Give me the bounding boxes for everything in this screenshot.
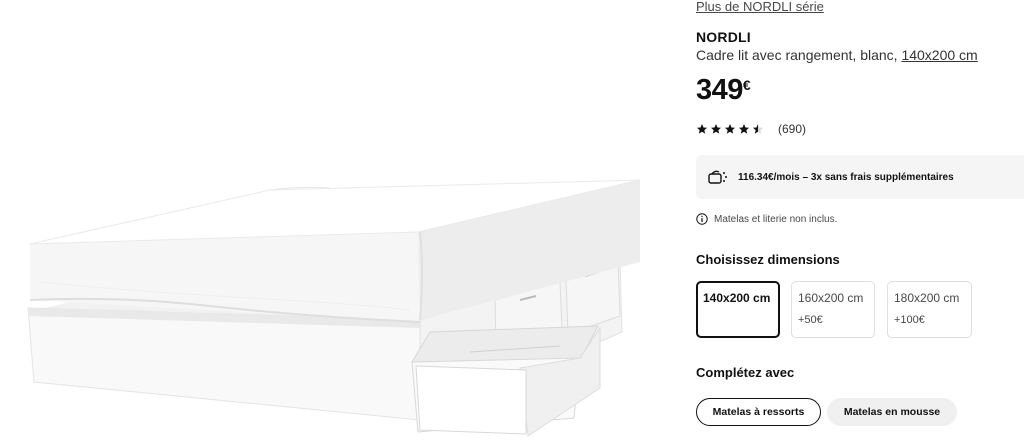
star-icon (739, 124, 749, 134)
notice-text: Matelas et literie non inclus. (714, 213, 838, 225)
price-currency: € (742, 77, 751, 93)
star-icon (697, 124, 707, 134)
series-link[interactable]: Plus de NORDLI série (696, 0, 824, 14)
price: 349€ (696, 74, 751, 107)
size-option-price-diff: +100€ (894, 314, 925, 326)
review-count: (690) (778, 122, 807, 136)
size-option-180x200[interactable]: 180x200 cm +100€ (887, 281, 972, 338)
dimensions-title: Choisissez dimensions (696, 252, 840, 267)
size-option-label: 160x200 cm (798, 291, 864, 305)
info-icon (696, 213, 708, 225)
installment-text: 116.34€/mois – 3x sans frais supplémenta… (738, 171, 954, 183)
product-description: Cadre lit avec rangement, blanc, 140x200… (696, 47, 978, 63)
installment-box[interactable]: 116.34€/mois – 3x sans frais supplémenta… (696, 155, 1024, 199)
rating[interactable]: (690) (696, 122, 806, 136)
spring-mattress-button[interactable]: Matelas à ressorts (696, 398, 821, 426)
payment-icon (708, 170, 727, 184)
product-details-panel: Plus de NORDLI série NORDLI Cadre lit av… (696, 0, 1024, 440)
product-name: NORDLI (696, 29, 751, 45)
size-option-label: 180x200 cm (894, 291, 960, 305)
size-option-price-diff: +50€ (798, 314, 823, 326)
star-icon (711, 124, 721, 134)
foam-mattress-button[interactable]: Matelas en mousse (827, 398, 957, 426)
notice: Matelas et literie non inclus. (696, 213, 837, 225)
product-description-text: Cadre lit avec rangement, blanc, (696, 47, 898, 63)
rating-stars (696, 123, 766, 135)
complete-with-title: Complétez avec (696, 365, 795, 380)
bed-illustration (27, 179, 641, 437)
star-icon (725, 124, 735, 134)
product-image (0, 0, 680, 440)
size-link[interactable]: 140x200 cm (901, 47, 977, 63)
size-option-160x200[interactable]: 160x200 cm +50€ (791, 281, 875, 338)
size-option-label: 140x200 cm (703, 291, 771, 305)
price-value: 349 (696, 74, 743, 106)
half-star-icon (753, 124, 763, 134)
size-option-140x200[interactable]: 140x200 cm (696, 281, 780, 338)
